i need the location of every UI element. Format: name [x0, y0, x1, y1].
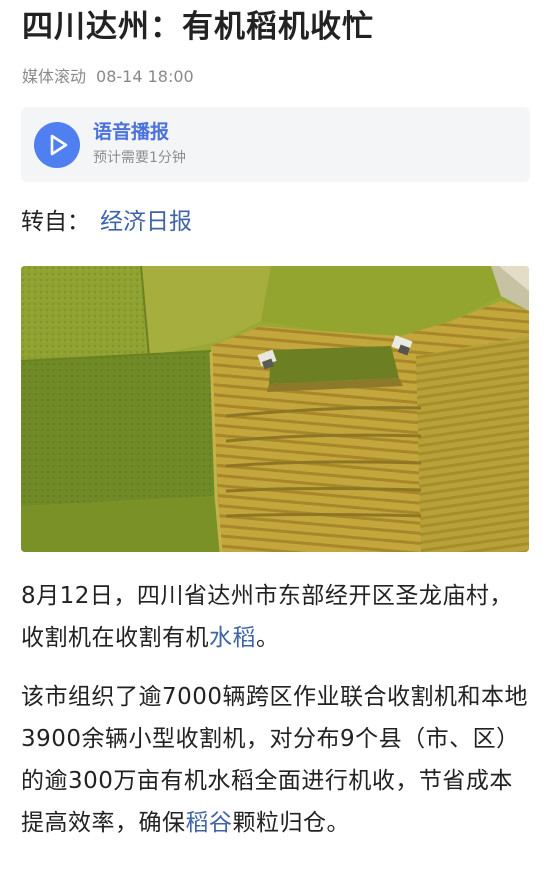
- play-button[interactable]: [34, 122, 80, 168]
- media-source-label: 媒体滚动: [22, 67, 87, 86]
- article-paragraph-1: 8月12日，四川省达州市东部经开区圣龙庙村，收割机在收割有机水稻。: [21, 575, 531, 659]
- source-link[interactable]: 经济日报: [100, 209, 192, 235]
- rice-field-aerial-photo: [21, 266, 529, 552]
- publish-time: 08-14 18:00: [96, 67, 194, 86]
- grain-link[interactable]: 稻谷: [186, 810, 233, 836]
- source-label: 转自：: [21, 209, 90, 235]
- play-icon: [50, 134, 68, 156]
- article-photo: [21, 266, 529, 552]
- audio-broadcast-card[interactable]: 语音播报 预计需要1分钟: [21, 107, 530, 182]
- article-paragraph-2: 该市组织了逾7000辆跨区作业联合收割机和本地3900余辆小型收割机，对分布9个…: [21, 676, 531, 844]
- audio-duration: 预计需要1分钟: [93, 150, 186, 166]
- article-title: 四川达州：有机稻机收忙: [22, 9, 374, 45]
- paragraph-1-end: 。: [256, 625, 280, 651]
- rice-link[interactable]: 水稻: [209, 625, 256, 651]
- paragraph-2-end: 颗粒归仓。: [232, 810, 350, 836]
- source-line: 转自： 经济日报: [21, 205, 192, 239]
- article-meta: 媒体滚动 08-14 18:00: [22, 66, 194, 88]
- audio-title: 语音播报: [93, 121, 170, 143]
- article-page: 四川达州：有机稻机收忙 媒体滚动 08-14 18:00 语音播报 预计需要1分钟…: [0, 0, 550, 883]
